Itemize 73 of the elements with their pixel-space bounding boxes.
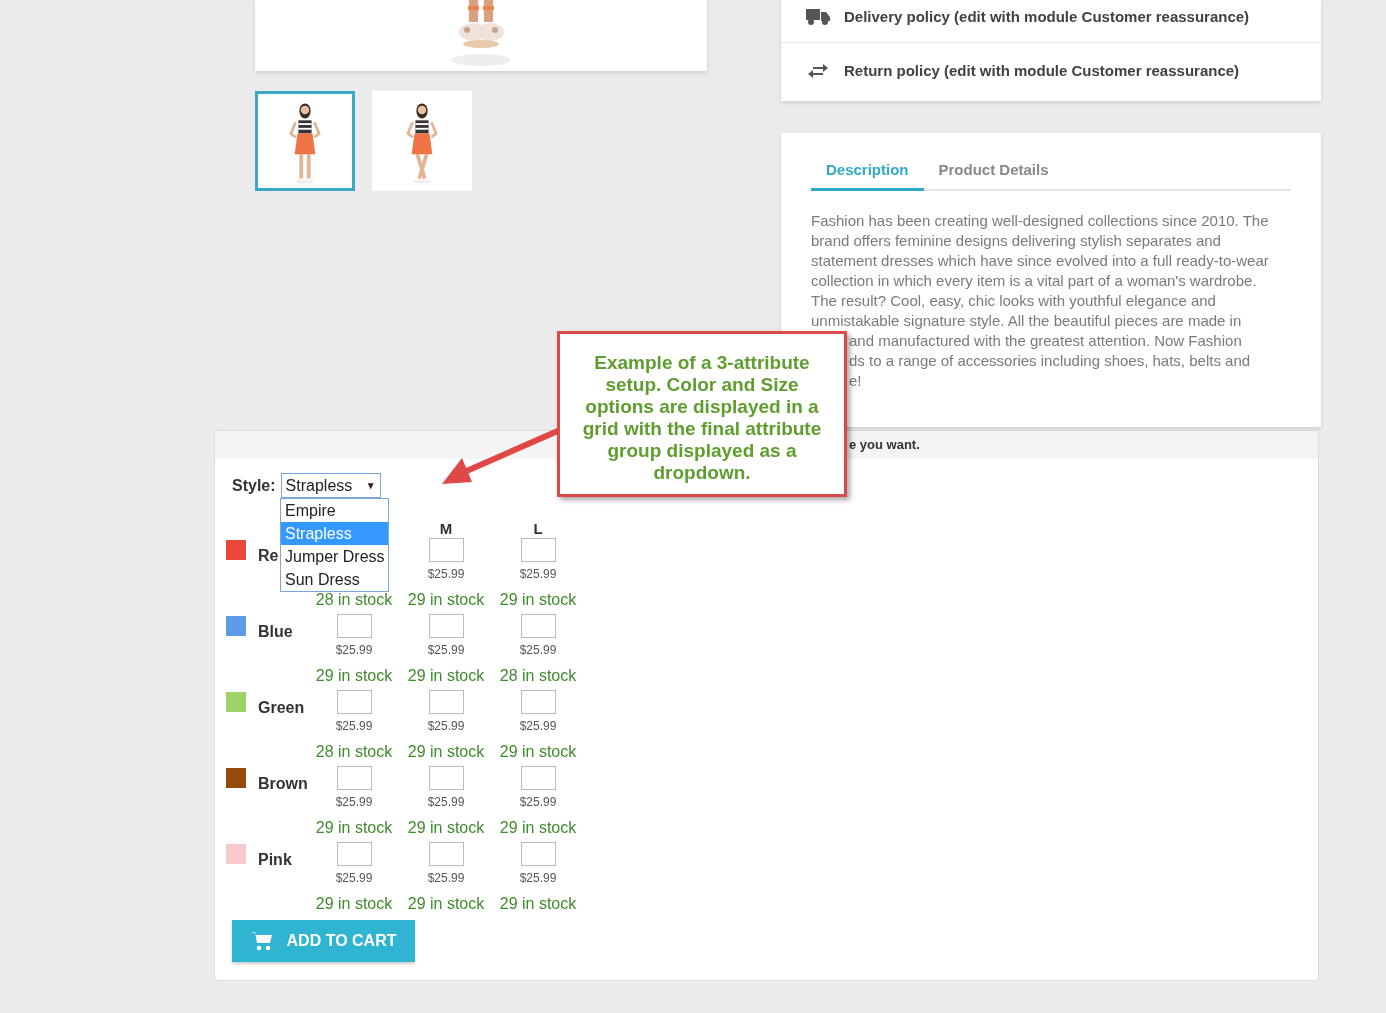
stock-text: 29 in stock — [499, 742, 577, 762]
stock-text: 29 in stock — [499, 590, 577, 610]
price: $25.99 — [519, 794, 557, 810]
style-select[interactable]: Strapless ▼ — [280, 473, 381, 498]
quantity-field[interactable] — [520, 690, 556, 714]
quantity-field[interactable] — [428, 614, 464, 638]
stock-text: 29 in stock — [499, 818, 577, 838]
description-line: collection in which every item is a vital part of a woman's wardrobe. — [811, 270, 1258, 291]
price: $25.99 — [427, 566, 465, 582]
description-line: Fashion has been creating well-designed collections since 2010. The — [811, 210, 1270, 231]
stock-text: 29 in stock — [499, 894, 577, 914]
quantity-field[interactable] — [428, 842, 464, 866]
size-header: M — [439, 519, 453, 538]
quantity-field[interactable] — [428, 690, 464, 714]
panel-header-text: e you want. — [849, 436, 920, 455]
quantity-field[interactable] — [520, 538, 556, 562]
color-label: Green — [258, 698, 305, 718]
stock-text: 29 in stock — [315, 666, 393, 686]
cart-icon — [250, 931, 273, 951]
description-line: ds to a range of accessories including shoes, hats, belts and — [848, 350, 1252, 371]
description-line: The result? Cool, easy, chic looks with youthful elegance and — [811, 290, 1217, 311]
price: $25.99 — [335, 794, 373, 810]
price: $25.99 — [427, 642, 465, 658]
description-line: e! — [848, 370, 863, 391]
stock-text: 29 in stock — [407, 818, 485, 838]
color-label: Pink — [258, 850, 292, 870]
tab[interactable]: Product Details — [923, 159, 1064, 191]
dropdown-option[interactable]: Jumper Dress — [281, 545, 388, 568]
description-line: brand offers feminine designs delivering stylish separates and — [811, 230, 1222, 251]
stock-text: 29 in stock — [315, 894, 393, 914]
quantity-field[interactable] — [520, 842, 556, 866]
stock-text: 29 in stock — [407, 590, 485, 610]
stock-text: 28 in stock — [315, 590, 393, 610]
stock-text: 28 in stock — [315, 742, 393, 762]
stock-text: 29 in stock — [315, 818, 393, 838]
description-line: and manufactured with the greatest attention. Now Fashion — [848, 330, 1243, 351]
style-label: Style: — [232, 475, 276, 496]
quantity-field[interactable] — [336, 842, 372, 866]
price: $25.99 — [335, 718, 373, 734]
stock-text: 29 in stock — [407, 666, 485, 686]
callout-text: Example of a 3-attribute setup. Color and Size options are displayed in a grid with the final attribute group displayed as a dropdown. — [581, 352, 823, 484]
quantity-field[interactable] — [428, 766, 464, 790]
quantity-field[interactable] — [520, 614, 556, 638]
policy-text: Return policy (edit with module Customer reassurance) — [844, 60, 1240, 81]
price: $25.99 — [427, 718, 465, 734]
stock-text: 29 in stock — [407, 894, 485, 914]
price: $25.99 — [335, 642, 373, 658]
price: $25.99 — [427, 794, 465, 810]
quantity-field[interactable] — [428, 538, 464, 562]
color-label: Brown — [258, 774, 308, 794]
quantity-field[interactable] — [336, 690, 372, 714]
color-label: Blue — [258, 622, 293, 642]
dropdown-option[interactable]: Empire — [281, 499, 388, 522]
stock-text: 29 in stock — [407, 742, 485, 762]
description-line: unmistakable signature style. All the beautiful pieces are made in — [811, 310, 1243, 331]
stock-text: 28 in stock — [499, 666, 577, 686]
price: $25.99 — [519, 718, 557, 734]
quantity-field[interactable] — [336, 614, 372, 638]
truck-icon — [806, 8, 830, 26]
price: $25.99 — [519, 870, 557, 886]
color-label: Re — [258, 546, 279, 566]
swap-arrows-icon — [808, 64, 828, 78]
price: $25.99 — [519, 642, 557, 658]
dropdown-option[interactable]: Sun Dress — [281, 568, 388, 591]
quantity-field[interactable] — [520, 766, 556, 790]
price: $25.99 — [427, 870, 465, 886]
caret-icon: ▼ — [365, 478, 376, 493]
quantity-field[interactable] — [336, 766, 372, 790]
price: $25.99 — [519, 566, 557, 582]
description-line: statement dresses which have since evolved into a full ready-to-wear — [811, 250, 1270, 271]
policy-text: Delivery policy (edit with module Customer reassurance) — [844, 6, 1250, 27]
size-header: L — [533, 519, 543, 538]
price: $25.99 — [335, 870, 373, 886]
